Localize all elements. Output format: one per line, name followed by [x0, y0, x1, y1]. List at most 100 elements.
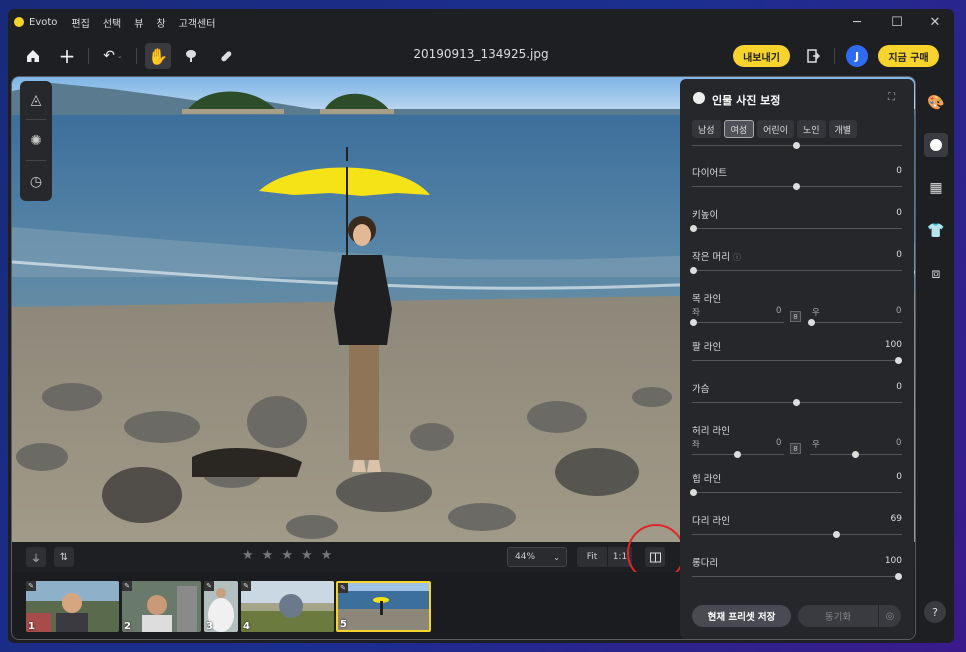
slider-knob[interactable]	[793, 183, 800, 190]
slider-height[interactable]	[690, 225, 902, 232]
thumbnail-number: 5	[340, 619, 347, 630]
face-retouch-icon[interactable]	[924, 133, 948, 157]
maximize-icon[interactable]: ☐	[878, 9, 916, 35]
preset-child[interactable]: 어린이	[757, 120, 794, 138]
add-icon[interactable]: +	[54, 43, 80, 69]
slider-knob[interactable]	[690, 319, 697, 326]
slider-knob[interactable]	[690, 489, 697, 496]
export-button[interactable]: 내보내기	[733, 45, 790, 67]
slider-value: 0	[896, 382, 902, 392]
title-bar: Evoto 편집 선택 뷰 창 고객센터 ─ ☐ ✕	[8, 9, 954, 35]
zoom-value: 44%	[515, 552, 536, 562]
star-icon[interactable]: ★	[281, 548, 293, 563]
clothing-icon[interactable]: 👕	[924, 219, 948, 243]
menu-support[interactable]: 고객센터	[179, 15, 216, 30]
user-avatar[interactable]: J	[846, 45, 868, 67]
edit-tag-icon: ✎	[122, 581, 132, 591]
left-label: 좌	[692, 308, 700, 318]
preset-senior[interactable]: 노인	[796, 120, 826, 138]
preset-female[interactable]: 여성	[723, 120, 755, 138]
thumbnail-2[interactable]: ✎ 2	[122, 581, 201, 632]
slider-long-leg[interactable]	[692, 573, 902, 580]
menu-edit[interactable]: 편집	[71, 15, 89, 30]
thumbnail-number: 3	[206, 621, 213, 632]
slider-neck-left[interactable]	[690, 319, 784, 326]
edit-tag-icon: ✎	[338, 583, 348, 593]
slider-diet[interactable]	[692, 183, 902, 190]
filter-icon[interactable]: ⏚	[26, 547, 46, 567]
exit-icon[interactable]	[800, 43, 826, 69]
help-button[interactable]: ?	[924, 601, 946, 623]
preset-segment: 남성 여성 어린이 노인 개별	[692, 120, 858, 138]
slider-waist-left[interactable]	[692, 451, 784, 458]
hand-tool-icon[interactable]: ✋	[145, 43, 171, 69]
preset-male[interactable]: 남성	[692, 120, 721, 138]
help-icon[interactable]: ⓘ	[733, 253, 741, 262]
star-icon[interactable]: ★	[242, 548, 254, 563]
menu-select[interactable]: 선택	[103, 15, 121, 30]
slider-knob[interactable]	[690, 267, 697, 274]
sync-settings-icon[interactable]: ◎	[879, 605, 901, 627]
thumbnail-5[interactable]: ✎ 5	[336, 581, 431, 632]
slider-value: 100	[884, 556, 902, 566]
slider-arm[interactable]	[692, 357, 902, 364]
palette-icon[interactable]: 🎨	[924, 91, 948, 115]
right-value: 0	[896, 438, 902, 448]
slider-neck-right[interactable]	[808, 319, 902, 326]
slider-hip[interactable]	[690, 489, 902, 496]
sync-button[interactable]: 동기화	[798, 605, 878, 627]
undo-icon[interactable]: ↶ ⌄	[96, 43, 130, 69]
brush-tool-icon[interactable]	[178, 43, 204, 69]
bandage-tool-icon[interactable]	[213, 43, 239, 69]
slider-value: 0	[896, 250, 902, 260]
slider-chest[interactable]	[692, 399, 902, 406]
slider-knob[interactable]	[833, 531, 840, 538]
preset-custom[interactable]: 개별	[828, 120, 858, 138]
menu-window[interactable]: 창	[156, 15, 165, 30]
thumbnail-number: 2	[124, 621, 131, 632]
expand-icon[interactable]: ⛶	[888, 92, 895, 103]
star-icon[interactable]: ★	[262, 548, 274, 563]
crop-icon[interactable]: ⧈	[924, 262, 948, 286]
zoom-select[interactable]: 44% ⌄	[507, 547, 567, 567]
slider-knob[interactable]	[808, 319, 815, 326]
right-label: 우	[812, 308, 820, 318]
slider-leg[interactable]	[692, 531, 902, 538]
grid-filter-icon[interactable]: ▦	[924, 176, 948, 200]
slider-small-head[interactable]	[690, 267, 902, 274]
thumbnail-number: 1	[28, 621, 35, 632]
star-icon[interactable]: ★	[321, 548, 333, 563]
slider-knob[interactable]	[690, 225, 697, 232]
buy-now-button[interactable]: 지금 구매	[878, 45, 939, 67]
thumbnail-1[interactable]: ✎ 1	[26, 581, 119, 632]
sparkle-icon[interactable]: ✺	[25, 130, 47, 152]
menu-view[interactable]: 뷰	[134, 15, 143, 30]
slider-label: 가슴	[692, 384, 710, 395]
left-value: 0	[776, 438, 782, 448]
left-label: 좌	[692, 440, 700, 450]
magic-wand-icon[interactable]: ◬	[25, 89, 47, 111]
thumbnail-3[interactable]: ✎ 3	[204, 581, 238, 632]
history-icon[interactable]: ◷	[25, 171, 47, 193]
thumbnail-4[interactable]: ✎ 4	[241, 581, 334, 632]
fit-button[interactable]: Fit	[577, 547, 607, 567]
home-icon[interactable]	[20, 43, 46, 69]
slider-value: 69	[890, 514, 902, 524]
app-window: Evoto 편집 선택 뷰 창 고객센터 ─ ☐ ✕ + ↶ ⌄ ✋ 201909…	[8, 9, 954, 643]
minimize-icon[interactable]: ─	[838, 9, 876, 35]
close-icon[interactable]: ✕	[916, 9, 954, 35]
slider-waist-right[interactable]	[810, 451, 902, 458]
link-icon[interactable]: 8	[790, 311, 801, 322]
rating-stars[interactable]: ★ ★ ★ ★ ★	[242, 548, 332, 563]
slider-knob[interactable]	[852, 451, 859, 458]
slider-knob[interactable]	[734, 451, 741, 458]
save-preset-button[interactable]: 현재 프리셋 저장	[692, 605, 791, 627]
slider-knob[interactable]	[793, 399, 800, 406]
link-icon[interactable]: 8	[790, 443, 801, 454]
slider-knob[interactable]	[895, 357, 902, 364]
slider-knob[interactable]	[895, 573, 902, 580]
star-icon[interactable]: ★	[301, 548, 313, 563]
sort-icon[interactable]: ⇅	[54, 547, 74, 567]
edit-tag-icon: ✎	[241, 581, 251, 591]
slider-label: 키높이	[692, 210, 719, 221]
